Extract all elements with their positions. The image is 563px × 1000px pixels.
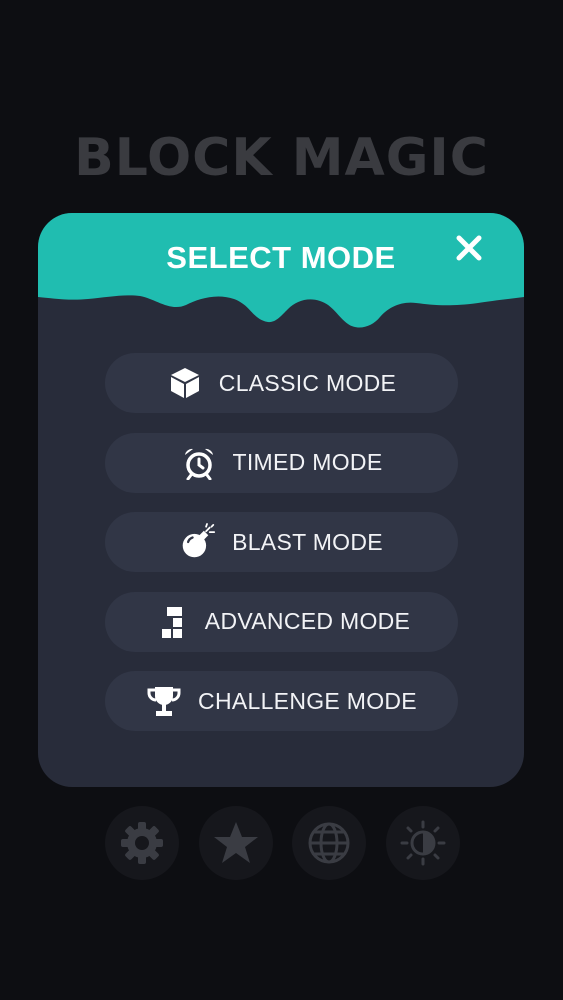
blast-mode-label: BLAST MODE	[232, 528, 383, 555]
close-button[interactable]	[454, 233, 498, 277]
timed-mode-button[interactable]: TIMED MODE	[105, 432, 458, 493]
alarm-clock-icon	[181, 445, 217, 481]
language-button[interactable]	[292, 806, 367, 880]
challenge-mode-button[interactable]: CHALLENGE MODE	[105, 671, 458, 731]
classic-mode-button[interactable]: CLASSIC MODE	[105, 353, 458, 413]
advanced-mode-button[interactable]: ADVANCED MODE	[105, 591, 458, 652]
blocks-icon	[153, 604, 189, 640]
app-title: BLOCK MAGIC	[74, 128, 489, 188]
gear-icon	[121, 822, 163, 864]
cube-icon	[167, 365, 203, 401]
bomb-icon	[180, 523, 216, 560]
select-mode-modal: SELECT MODE CLASSIC MODE TIMED MODE BLAS…	[38, 213, 524, 787]
header-drip-shape	[38, 213, 524, 328]
mode-list: CLASSIC MODE TIMED MODE BLAST MODE ADVAN…	[105, 353, 458, 751]
star-icon	[213, 822, 258, 863]
classic-mode-label: CLASSIC MODE	[218, 369, 397, 396]
theme-icon	[400, 820, 446, 866]
settings-button[interactable]	[105, 806, 179, 880]
blast-mode-button[interactable]: BLAST MODE	[105, 512, 458, 572]
globe-icon	[308, 822, 350, 864]
modal-header: SELECT MODE	[38, 213, 524, 343]
bottom-bar	[105, 806, 460, 880]
timed-mode-label: TIMED MODE	[232, 449, 383, 475]
modal-title: SELECT MODE	[166, 240, 396, 275]
rate-button[interactable]	[198, 806, 273, 880]
challenge-mode-label: CHALLENGE MODE	[198, 687, 417, 714]
close-icon	[456, 235, 482, 261]
theme-button[interactable]	[385, 806, 460, 880]
trophy-icon	[146, 683, 182, 719]
advanced-mode-label: ADVANCED MODE	[204, 608, 411, 634]
